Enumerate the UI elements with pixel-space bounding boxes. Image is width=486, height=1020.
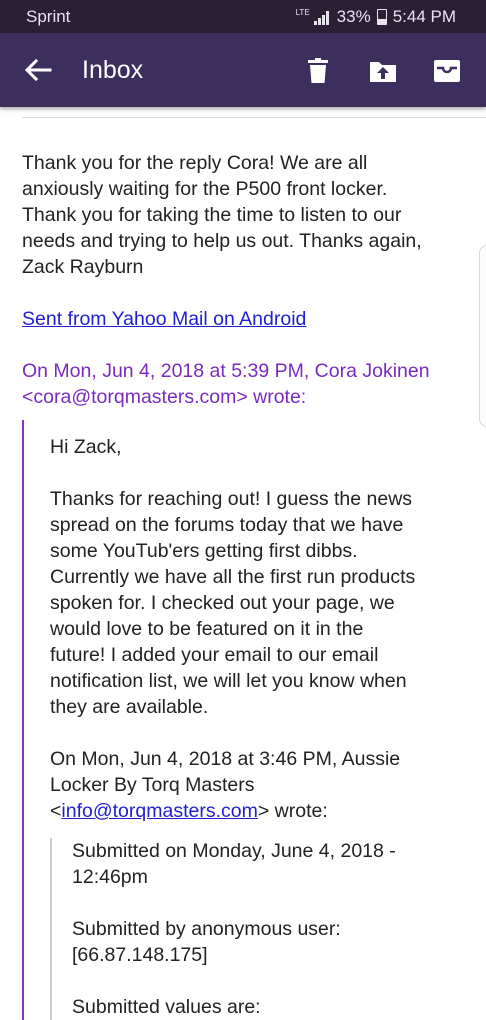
submitted-values: Submitted values are: — [72, 996, 261, 1018]
network-type: LTE — [295, 7, 310, 17]
battery-percent: 33% — [336, 7, 371, 26]
email-body: Thank you for the reply Cora! We are all… — [22, 150, 472, 410]
reply-text: Thank you for the reply Cora! We are all… — [22, 152, 422, 278]
app-bar: Inbox — [0, 33, 486, 107]
archive-icon[interactable] — [431, 55, 463, 87]
submitted-on: Submitted on Monday, June 4, 2018 - 12:4… — [72, 840, 396, 888]
signal-icon — [313, 10, 329, 25]
page-title: Inbox — [82, 56, 144, 84]
info-email-link[interactable]: info@torqmasters.com — [61, 800, 257, 822]
inner-quoted-message: Submitted on Monday, June 4, 2018 - 12:4… — [50, 838, 486, 1020]
clock: 5:44 PM — [392, 7, 456, 26]
edge-scroll-handle[interactable] — [476, 245, 486, 427]
move-to-folder-icon[interactable] — [367, 55, 399, 87]
status-indicators: LTE 33% 5:44 PM — [296, 7, 456, 27]
quote-header: On Mon, Jun 4, 2018 at 5:39 PM, Cora Jok… — [22, 360, 430, 408]
quoted-greeting: Hi Zack, — [50, 436, 122, 458]
carrier-name: Sprint — [26, 7, 71, 26]
status-bar: Sprint LTE 33% 5:44 PM — [0, 0, 486, 33]
battery-icon — [376, 9, 387, 25]
quoted-body: Thanks for reaching out! I guess the new… — [50, 488, 416, 718]
back-arrow-icon[interactable] — [24, 58, 52, 82]
submitted-by: Submitted by anonymous user: [66.87.148.… — [72, 918, 341, 966]
trash-icon[interactable] — [302, 55, 334, 87]
inner-quote-header: On Mon, Jun 4, 2018 at 3:46 PM, Aussie L… — [50, 748, 401, 822]
header-divider — [22, 117, 486, 118]
yahoo-mail-link[interactable]: Sent from Yahoo Mail on Android — [22, 308, 306, 330]
quoted-message: Hi Zack, Thanks for reaching out! I gues… — [22, 420, 486, 1020]
